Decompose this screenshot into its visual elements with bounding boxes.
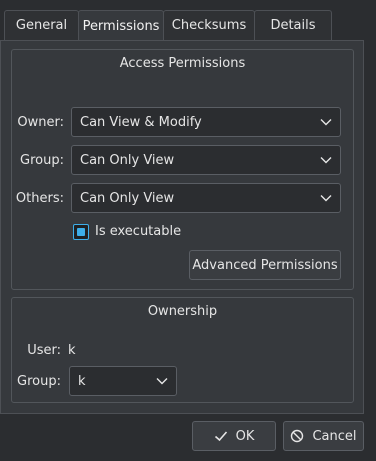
owner-permission-select[interactable]: Can View & Modify <box>71 107 341 137</box>
cancel-icon <box>291 429 304 443</box>
ownership-group-value: k <box>78 373 86 389</box>
check-icon <box>214 431 227 442</box>
owner-permission-value: Can View & Modify <box>80 114 202 130</box>
ownership-group-select[interactable]: k <box>69 366 177 396</box>
executable-checkbox[interactable] <box>73 224 89 240</box>
chevron-down-icon <box>156 378 168 385</box>
others-label: Others: <box>15 191 64 206</box>
checkbox-checked-mark <box>77 228 85 236</box>
user-label: User: <box>27 343 61 358</box>
access-permissions-group: Access Permissions Owner: Can View & Mod… <box>11 49 354 290</box>
owner-label: Owner: <box>17 115 64 130</box>
tab-general[interactable]: General <box>4 10 79 40</box>
chevron-down-icon <box>320 195 332 202</box>
cancel-label: Cancel <box>312 428 357 444</box>
chevron-down-icon <box>320 157 332 164</box>
cancel-button[interactable]: Cancel <box>283 421 364 451</box>
group-label: Group: <box>20 153 64 168</box>
permissions-panel: Access Permissions Owner: Can View & Mod… <box>0 40 364 414</box>
others-permission-value: Can Only View <box>80 190 175 206</box>
executable-label: Is executable <box>95 224 182 239</box>
group-permission-select[interactable]: Can Only View <box>71 145 341 175</box>
tab-checksums[interactable]: Checksums <box>163 10 255 40</box>
user-value: k <box>68 343 76 358</box>
others-permission-select[interactable]: Can Only View <box>71 183 341 213</box>
tab-permissions[interactable]: Permissions <box>78 10 164 41</box>
ownership-title: Ownership <box>147 304 218 319</box>
group-permission-value: Can Only View <box>80 152 175 168</box>
ok-button[interactable]: OK <box>192 421 276 451</box>
ok-label: OK <box>235 428 255 444</box>
tab-bar: General Permissions Checksums Details <box>4 10 332 41</box>
tab-details[interactable]: Details <box>254 10 332 40</box>
ownership-group-label: Group: <box>17 374 61 389</box>
ownership-group: Ownership User: k Group: k <box>11 297 354 403</box>
chevron-down-icon <box>320 119 332 126</box>
advanced-permissions-button[interactable]: Advanced Permissions <box>189 250 341 280</box>
access-permissions-title: Access Permissions <box>119 56 246 71</box>
